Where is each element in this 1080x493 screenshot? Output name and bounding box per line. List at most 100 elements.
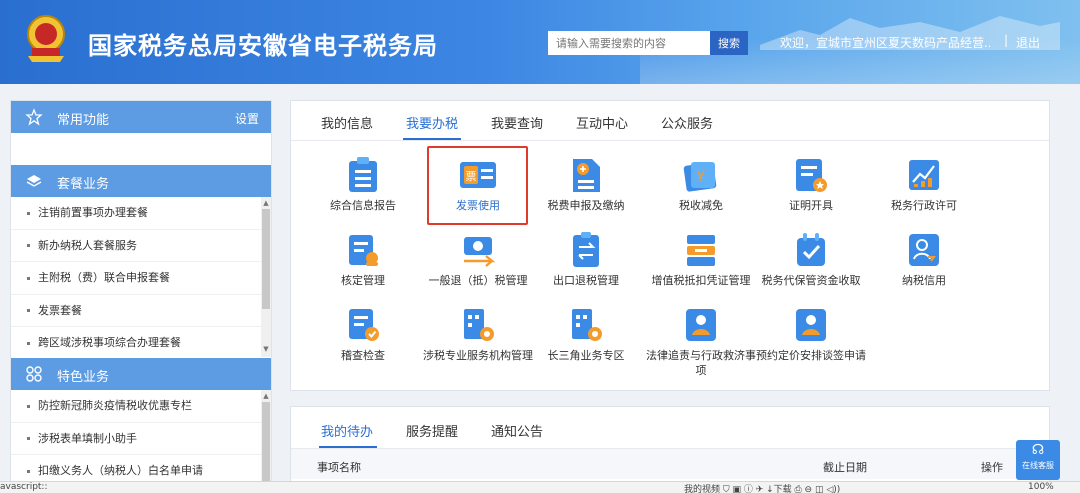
tile-label: 税费申报及缴纳 <box>547 199 625 212</box>
list-item[interactable]: 注销前置事项办理套餐 <box>11 197 261 230</box>
scroll-up-icon[interactable]: ▲ <box>262 199 270 207</box>
tile-label: 增值税抵扣凭证管理 <box>651 274 751 287</box>
tile-label: 税务代保管资金收取 <box>761 274 861 287</box>
svg-text:票: 票 <box>466 170 477 183</box>
search-input[interactable] <box>548 31 710 55</box>
grid-icon <box>26 366 42 382</box>
site-title: 国家税务总局安徽省电子税务局 <box>88 32 438 60</box>
tile-credit[interactable]: 纳税信用 <box>869 231 979 288</box>
agency-management-icon <box>464 309 494 341</box>
tile-label: 一般退（抵）税管理 <box>428 274 528 287</box>
assessment-icon <box>349 235 378 266</box>
tab-interaction[interactable]: 互动中心 <box>576 113 628 132</box>
scroll-up-icon[interactable]: ▲ <box>262 392 270 400</box>
tile-yangtze-delta[interactable]: 长三角业务专区 <box>531 306 641 363</box>
list-item[interactable]: 跨区域涉税事项综合办理套餐 <box>11 327 261 360</box>
refund-icon <box>464 237 496 267</box>
tab-notices[interactable]: 通知公告 <box>491 421 543 440</box>
list-item[interactable]: 发票套餐 <box>11 295 261 327</box>
tile-comprehensive-report[interactable]: 综合信息报告 <box>308 156 418 213</box>
common-functions-header[interactable]: 常用功能 设置 <box>11 101 271 133</box>
todo-table-header: 事项名称 截止日期 操作 <box>291 449 1049 479</box>
tile-legal-relief[interactable]: 法律追责与行政救济事项 <box>646 306 756 378</box>
tile-admin-permit[interactable]: 税务行政许可 <box>869 156 979 213</box>
tile-tax-declare[interactable]: 税费申报及缴纳 <box>531 156 641 213</box>
certificate-icon <box>796 159 827 192</box>
tile-custody-funds[interactable]: 税务代保管资金收取 <box>756 231 866 288</box>
pricing-agreement-icon <box>796 309 826 341</box>
package-business-header[interactable]: 套餐业务 <box>11 165 271 197</box>
tile-vat-voucher[interactable]: 增值税抵扣凭证管理 <box>646 231 756 288</box>
special-business-header[interactable]: 特色业务 <box>11 358 271 390</box>
package-scrollbar[interactable]: ▲ ▼ <box>261 197 271 357</box>
invoice-icon: 票 <box>460 162 496 188</box>
active-tab-indicator <box>403 138 461 140</box>
tax-reduction-icon: ¥ <box>683 162 717 192</box>
tile-label: 综合信息报告 <box>330 199 396 212</box>
tile-label: 预约定价安排谈签申请 <box>756 349 866 362</box>
site-header: 国家税务总局安徽省电子税务局 搜索 欢迎，宣城市宣州区夏天数码产品经营... |… <box>0 0 1080 84</box>
tile-pricing-agreement[interactable]: 预约定价安排谈签申请 <box>756 306 866 363</box>
tile-export-refund[interactable]: 出口退税管理 <box>531 231 641 288</box>
column-header-deadline: 截止日期 <box>823 461 867 474</box>
list-item[interactable]: 新办纳税人套餐服务 <box>11 230 261 262</box>
search-button[interactable]: 搜索 <box>710 31 748 55</box>
list-item[interactable]: 涉税表单填制小助手 <box>11 423 261 455</box>
legal-relief-icon <box>686 309 716 341</box>
credit-icon <box>909 234 939 266</box>
yangtze-delta-icon <box>572 309 602 341</box>
tile-label: 法律追责与行政救济事项 <box>646 349 756 377</box>
headset-icon: ☊ <box>1031 442 1045 458</box>
online-service-button[interactable]: ☊ 在线客服 <box>1016 440 1060 480</box>
tile-assessment[interactable]: 核定管理 <box>308 231 418 288</box>
status-tools[interactable]: 我的视频 ⛉ ▣ ⓘ ✈ ↓下载 ⎙ ⊖ ◫ ◁)) <box>684 482 840 493</box>
browser-status-bar: avascript:: 我的视频 ⛉ ▣ ⓘ ✈ ↓下载 ⎙ ⊖ ◫ ◁)) 1… <box>0 481 1080 493</box>
tile-inspection[interactable]: 稽查检查 <box>308 306 418 363</box>
tab-service-reminder[interactable]: 服务提醒 <box>406 421 458 440</box>
tile-label: 纳税信用 <box>902 274 946 287</box>
tile-label: 税收减免 <box>679 199 723 212</box>
tax-declare-icon <box>573 159 600 192</box>
inspection-icon <box>349 309 379 341</box>
list-item[interactable]: 防控新冠肺炎疫情税收优惠专栏 <box>11 390 261 423</box>
tile-label: 发票使用 <box>456 199 500 212</box>
todo-panel: 我的待办 服务提醒 通知公告 事项名称 截止日期 操作 <box>290 406 1050 493</box>
tab-tax-handling[interactable]: 我要办税 <box>406 113 458 132</box>
column-header-action: 操作 <box>981 461 1003 474</box>
list-item[interactable]: 主附税（费）联合申报套餐 <box>11 262 261 295</box>
tile-refund[interactable]: 一般退（抵）税管理 <box>423 231 533 288</box>
welcome-text: 欢迎，宣城市宣州区夏天数码产品经营... <box>780 36 990 50</box>
tile-label: 税务行政许可 <box>891 199 957 212</box>
scroll-thumb[interactable] <box>262 209 270 309</box>
special-scrollbar[interactable]: ▲ <box>261 390 271 493</box>
tile-label: 核定管理 <box>341 274 385 287</box>
svg-text:¥: ¥ <box>697 169 706 185</box>
scroll-down-icon[interactable]: ▼ <box>262 345 270 353</box>
tax-services-panel: 我的信息 我要办税 我要查询 互动中心 公众服务 综合信息报告 票 发票使用 税… <box>290 100 1050 391</box>
package-business-title: 套餐业务 <box>57 177 110 192</box>
tab-my-info[interactable]: 我的信息 <box>321 113 373 132</box>
custody-funds-icon <box>797 233 825 266</box>
todo-tabs: 我的待办 服务提醒 通知公告 <box>291 407 1049 449</box>
zoom-level[interactable]: 100% <box>1028 482 1054 492</box>
logout-link[interactable]: 退出 <box>1016 34 1040 51</box>
tile-agency-management[interactable]: 涉税专业服务机构管理 <box>423 306 533 363</box>
common-functions-title: 常用功能 <box>57 113 110 128</box>
header-separator: | <box>1004 33 1009 47</box>
package-list: 注销前置事项办理套餐 新办纳税人套餐服务 主附税（费）联合申报套餐 发票套餐 跨… <box>11 197 261 360</box>
layers-icon <box>26 175 42 187</box>
tax-emblem-logo <box>20 12 72 76</box>
tile-tax-reduction[interactable]: ¥ 税收减免 <box>646 156 756 213</box>
column-header-item-name: 事项名称 <box>317 461 361 474</box>
star-icon <box>25 108 43 126</box>
tile-invoice-use[interactable]: 票 发票使用 <box>423 156 533 213</box>
tab-public-service[interactable]: 公众服务 <box>661 113 713 132</box>
settings-link[interactable]: 设置 <box>235 110 259 127</box>
clipboard-report-icon <box>349 157 377 192</box>
tile-certificate[interactable]: 证明开具 <box>756 156 866 213</box>
special-business-title: 特色业务 <box>57 370 110 385</box>
tab-my-todo[interactable]: 我的待办 <box>321 421 373 440</box>
tab-query[interactable]: 我要查询 <box>491 113 543 132</box>
scroll-thumb[interactable] <box>262 402 270 482</box>
special-list: 防控新冠肺炎疫情税收优惠专栏 涉税表单填制小助手 扣缴义务人（纳税人）白名单申请 <box>11 390 261 488</box>
